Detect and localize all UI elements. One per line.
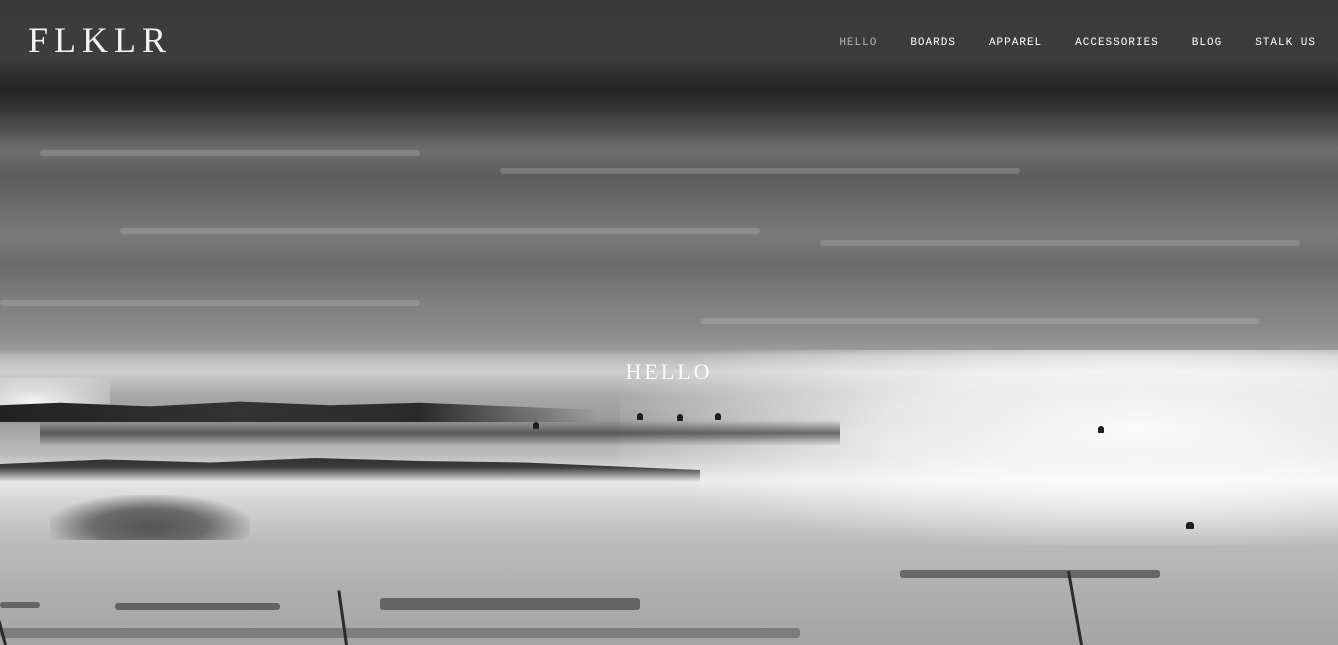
cloud-streak [700, 318, 1260, 324]
cloud-streak [820, 240, 1300, 246]
nav-item-stalk-us[interactable]: STALK US [1255, 36, 1316, 50]
hero-background-image [0, 0, 1338, 645]
sand-shadow [380, 598, 640, 610]
sand-shadow [900, 570, 1160, 578]
sand-shadow [0, 602, 40, 608]
wave-swell [40, 420, 840, 446]
breaking-wave [0, 458, 700, 482]
nav-item-accessories[interactable]: ACCESSORIES [1075, 36, 1159, 50]
main-nav: HELLO BOARDS APPAREL ACCESSORIES BLOG ST… [806, 36, 1316, 50]
sand-dune [50, 495, 250, 540]
surfer [715, 413, 721, 420]
site-logo[interactable]: FLKLR [28, 22, 172, 58]
sand-shadow [115, 603, 280, 610]
surfer [1098, 426, 1104, 433]
nav-item-boards[interactable]: BOARDS [910, 36, 956, 50]
site-header: FLKLR HELLO BOARDS APPAREL ACCESSORIES B… [0, 0, 1338, 84]
bird [1186, 522, 1194, 529]
nav-item-hello[interactable]: HELLO [839, 36, 877, 50]
sand-shadow [0, 628, 800, 638]
surfer [677, 414, 683, 421]
cloud-streak [500, 168, 1020, 174]
page: FLKLR HELLO BOARDS APPAREL ACCESSORIES B… [0, 0, 1338, 645]
nav-item-apparel[interactable]: APPAREL [989, 36, 1042, 50]
wooden-stick [1066, 570, 1083, 645]
hero-title: HELLO [625, 359, 713, 384]
cloud-streak [0, 300, 420, 306]
nav-item-blog[interactable]: BLOG [1192, 36, 1222, 50]
surfer [637, 413, 643, 420]
surfer [533, 422, 539, 429]
cloud-streak [120, 228, 760, 234]
cloud-streak [40, 150, 420, 156]
